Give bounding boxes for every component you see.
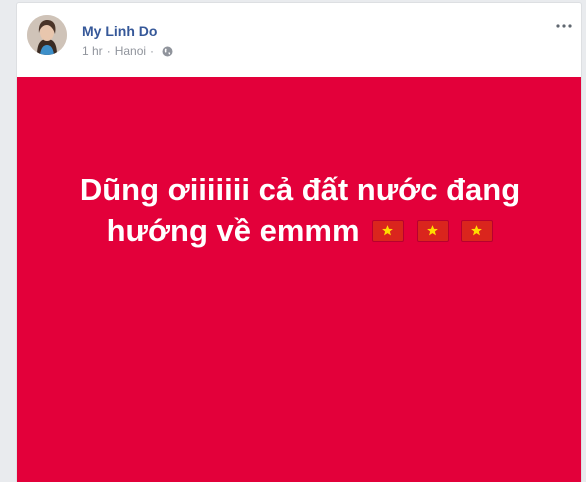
post-text-line-2-wrap: hướng về emmm — [17, 210, 581, 251]
vietnam-flag-icon — [372, 220, 405, 242]
author-name[interactable]: My Linh Do — [82, 23, 157, 39]
post-text-line-2: hướng về emmm — [106, 213, 360, 248]
globe-icon[interactable] — [162, 46, 173, 57]
post-location[interactable]: Hanoi — [115, 44, 146, 58]
meta-separator-2: · — [150, 44, 155, 58]
post-header: My Linh Do 1 hr · Hanoi · — [17, 3, 581, 77]
post-background — [17, 77, 581, 482]
post-text: Dũng ơiiiiiii cả đất nước đang hướng về … — [17, 169, 581, 251]
post-text-line-1: Dũng ơiiiiiii cả đất nước đang — [79, 172, 521, 207]
post-card: My Linh Do 1 hr · Hanoi · Dũng ơiiiiiii … — [16, 2, 582, 482]
avatar[interactable] — [27, 15, 67, 55]
post-meta: 1 hr · Hanoi · — [82, 44, 173, 58]
meta-separator: · — [106, 44, 111, 58]
more-options-icon[interactable] — [555, 21, 573, 31]
vietnam-flag-icon — [461, 220, 494, 242]
post-timestamp[interactable]: 1 hr — [82, 44, 103, 58]
vietnam-flag-icon — [416, 220, 449, 242]
